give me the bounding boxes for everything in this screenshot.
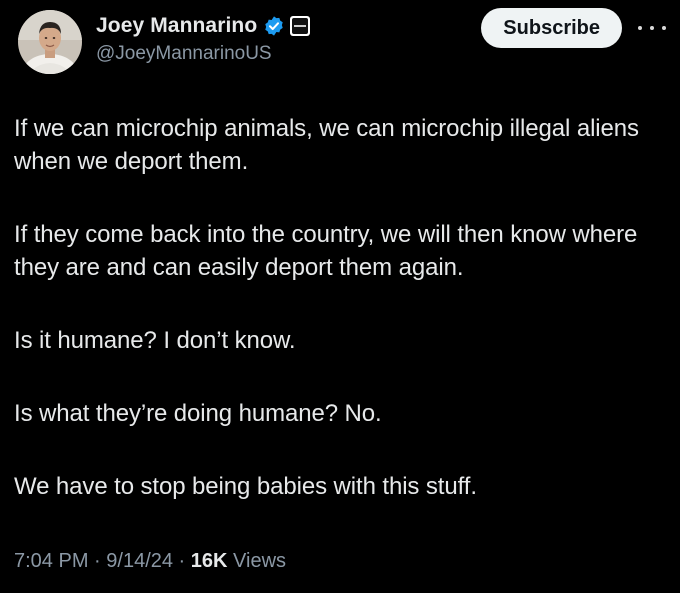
meta-separator: · xyxy=(173,550,191,572)
user-handle[interactable]: @JoeyMannarinoUS xyxy=(96,43,310,65)
more-dot xyxy=(638,26,642,30)
tweet-paragraph: We have to stop being babies with this s… xyxy=(14,473,477,500)
tweet-paragraph: Is what they’re doing humane? No. xyxy=(14,400,382,427)
tweet-paragraph: Is it humane? I don’t know. xyxy=(14,327,296,354)
tweet-header: Joey Mannarino @JoeyMannarinoUS Subscrib… xyxy=(16,6,668,78)
tweet-paragraph: If we can microchip animals, we can micr… xyxy=(14,115,639,175)
avatar-image xyxy=(18,10,82,74)
views-label: Views xyxy=(227,550,287,572)
subscribe-button[interactable]: Subscribe xyxy=(481,8,622,48)
views-count: 16K xyxy=(190,550,228,572)
avatar[interactable] xyxy=(18,10,82,74)
tweet-date[interactable]: 9/14/24 xyxy=(106,550,173,572)
author-names: Joey Mannarino @JoeyMannarinoUS xyxy=(96,12,311,65)
more-dot xyxy=(650,26,654,30)
affiliate-badge-icon[interactable] xyxy=(290,16,311,36)
more-dot xyxy=(662,26,666,30)
verified-badge-icon xyxy=(263,15,285,37)
tweet-text: If we can microchip animals, we can micr… xyxy=(14,112,664,543)
name-row: Joey Mannarino xyxy=(96,12,311,40)
tweet-meta: 7:04 PM · 9/14/24 · 16K Views xyxy=(14,550,286,573)
display-name[interactable]: Joey Mannarino xyxy=(96,14,257,38)
meta-separator: · xyxy=(88,550,107,572)
tweet: Joey Mannarino @JoeyMannarinoUS Subscrib… xyxy=(0,0,680,593)
tweet-paragraph: If they come back into the country, we w… xyxy=(14,221,638,281)
more-options-icon[interactable] xyxy=(638,16,666,40)
tweet-time[interactable]: 7:04 PM xyxy=(14,550,88,572)
